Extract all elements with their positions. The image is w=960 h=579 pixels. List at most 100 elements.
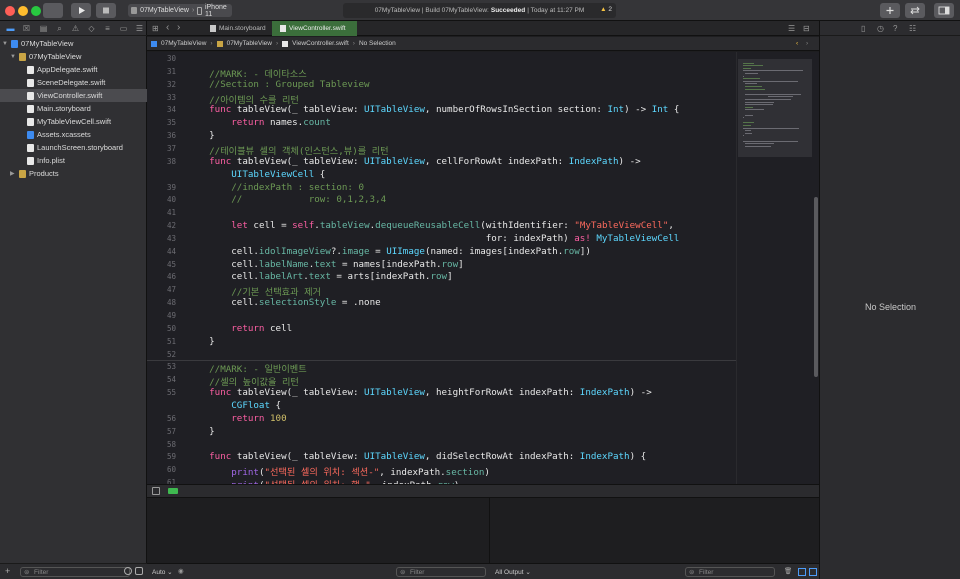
scroll-thumb[interactable] <box>814 197 818 377</box>
test-icon[interactable]: ◇ <box>87 24 96 33</box>
hide-debug-icon[interactable] <box>152 487 160 495</box>
assets-icon <box>27 130 34 139</box>
line-number: 59 <box>166 452 176 462</box>
add-icon[interactable]: + <box>5 566 10 576</box>
toggle-inspector-button[interactable] <box>934 3 954 18</box>
plist-file-icon <box>27 156 34 165</box>
split-left-icon[interactable] <box>798 568 806 576</box>
split-editor-icon[interactable]: ⊟ <box>803 24 810 33</box>
tree-item-file[interactable]: Assets.xcassets <box>0 128 147 141</box>
minimap-line <box>743 75 744 77</box>
trash-icon[interactable]: 🗑 <box>784 567 792 575</box>
warning-icon: ▲ <box>600 6 607 13</box>
symbol-icon[interactable]: ▤ <box>39 24 48 33</box>
split-right-icon[interactable] <box>809 568 817 576</box>
console-filter-input[interactable]: ⊜ Filter <box>685 567 775 577</box>
tree-item-file[interactable]: LaunchScreen.storyboard <box>0 141 147 154</box>
line-number-gutter: 30 31 32 33 34 35 36 37 38 39 40 41 42 43 44 45 46 47 48 49… <box>147 52 180 484</box>
source-control-filter-icon[interactable] <box>135 567 143 575</box>
library-button[interactable] <box>880 3 900 18</box>
run-button[interactable] <box>71 3 91 18</box>
jump-item-group[interactable]: 07MyTableView <box>227 40 272 47</box>
issue-icon[interactable]: ⚠ <box>71 24 80 33</box>
minimap[interactable] <box>736 52 812 484</box>
back-icon[interactable]: ‹ <box>166 22 169 33</box>
minimap-line <box>745 130 752 132</box>
history-inspector-icon[interactable]: ◷ <box>877 24 884 33</box>
tree-item-file[interactable]: Info.plist <box>0 154 147 167</box>
jump-item-symbol[interactable]: No Selection <box>359 40 396 47</box>
breakpoints-toggle-icon[interactable] <box>168 488 178 494</box>
jump-bar: 07MyTableView › 07MyTableView › ViewCont… <box>147 37 819 51</box>
variables-filter-input[interactable]: ⊜ Filter <box>396 567 486 577</box>
recent-files-icon[interactable] <box>124 567 132 575</box>
line-number: 40 <box>166 195 176 205</box>
minimap-line <box>745 99 791 100</box>
tab-main-storyboard[interactable]: Main.storyboard <box>202 21 272 36</box>
minimap-line <box>745 86 762 87</box>
grid-icon[interactable]: ⊞ <box>152 24 159 33</box>
close-window-button[interactable] <box>5 6 15 16</box>
attributes-inspector-icon[interactable]: ☷ <box>909 24 916 33</box>
console-view[interactable] <box>490 498 819 563</box>
tree-item-file[interactable]: Main.storyboard <box>0 102 147 115</box>
warning-nav-icon[interactable]: ‹ <box>796 40 798 47</box>
tree-item-label: 07MyTableView <box>29 52 82 61</box>
code-line: func tableView(_ tableView: UITableView,… <box>209 104 680 116</box>
folder-icon <box>19 169 26 178</box>
tree-item-project[interactable]: ▼ 07MyTableView <box>0 37 147 50</box>
minimap-line <box>768 96 793 98</box>
disclosure-closed-icon[interactable]: ▶ <box>10 170 19 177</box>
line-number: 58 <box>166 439 176 449</box>
navigator-filter-input[interactable]: ⊜ Filter <box>20 567 130 577</box>
tree-item-file[interactable]: AppDelegate.swift <box>0 63 147 76</box>
line-number: 53 <box>166 362 176 372</box>
tree-item-label: Main.storyboard <box>37 104 91 113</box>
eye-icon[interactable]: ◉ <box>178 567 184 575</box>
tree-item-group[interactable]: ▼ 07MyTableView <box>0 50 147 63</box>
code-line: // row: 0,1,2,3,4 <box>231 194 387 206</box>
code-review-button[interactable] <box>905 3 925 18</box>
tree-item-file[interactable]: MyTableViewCell.swift <box>0 115 147 128</box>
storyboard-file-icon <box>210 25 216 32</box>
warning-badge[interactable]: ▲ 2 <box>600 6 612 13</box>
tree-item-group[interactable]: ▶ Products <box>0 167 147 180</box>
scheme-selector[interactable]: 07MyTableView › iPhone 11 <box>128 4 232 18</box>
minimize-window-button[interactable] <box>18 6 28 16</box>
navigator-filter-bar: + ⊜ Filter <box>0 563 147 579</box>
toggle-navigator-button[interactable] <box>43 3 63 18</box>
source-editor[interactable]: 30 31 32 33 34 35 36 37 38 39 40 41 42 43 44 45 46 47 48 49… <box>147 52 736 484</box>
tab-viewcontroller[interactable]: ViewController.swift <box>272 21 357 36</box>
editor-scrollbar[interactable] <box>812 52 819 484</box>
debug-footer: Auto ⌄ ◉ ⊜ Filter All Output ⌄ ⊜ Filter … <box>147 563 819 579</box>
variables-scope-select[interactable]: Auto ⌄ <box>152 568 173 576</box>
breakpoint-icon[interactable]: ▭ <box>119 24 128 33</box>
inspector-panel: ▯ ◷ ? ☷ No Selection <box>819 21 960 579</box>
chevron-right-icon: › <box>352 40 355 47</box>
editor-options-icon[interactable]: ☰ <box>788 24 795 33</box>
report-icon[interactable]: ☰ <box>135 24 144 33</box>
jump-item-project[interactable]: 07MyTableView <box>161 40 206 47</box>
no-selection-label: No Selection <box>864 302 917 312</box>
forward-nav-icon[interactable]: › <box>806 40 808 47</box>
disclosure-open-icon[interactable]: ▼ <box>2 41 11 47</box>
folder-icon[interactable]: ▬ <box>6 24 15 33</box>
jump-item-file[interactable]: ViewController.swift <box>292 40 349 47</box>
minimap-line <box>743 65 764 67</box>
zoom-window-button[interactable] <box>31 6 41 16</box>
disclosure-open-icon[interactable]: ▼ <box>10 54 19 60</box>
find-icon[interactable]: ⌕ <box>55 24 64 33</box>
stop-button[interactable] <box>96 3 116 18</box>
chevron-right-icon: › <box>210 40 213 47</box>
line-number: 34 <box>166 105 176 115</box>
source-control-icon[interactable]: ☒ <box>22 24 31 33</box>
line-number: 47 <box>166 285 176 295</box>
forward-icon[interactable]: › <box>177 22 180 33</box>
debug-icon[interactable]: ≡ <box>103 24 112 33</box>
help-inspector-icon[interactable]: ? <box>893 24 897 33</box>
tree-item-file[interactable]: SceneDelegate.swift <box>0 76 147 89</box>
console-output-select[interactable]: All Output ⌄ <box>495 568 531 576</box>
tree-item-file-selected[interactable]: ViewController.swift <box>0 89 147 102</box>
file-inspector-icon[interactable]: ▯ <box>861 24 865 33</box>
storyboard-file-icon <box>27 104 34 113</box>
